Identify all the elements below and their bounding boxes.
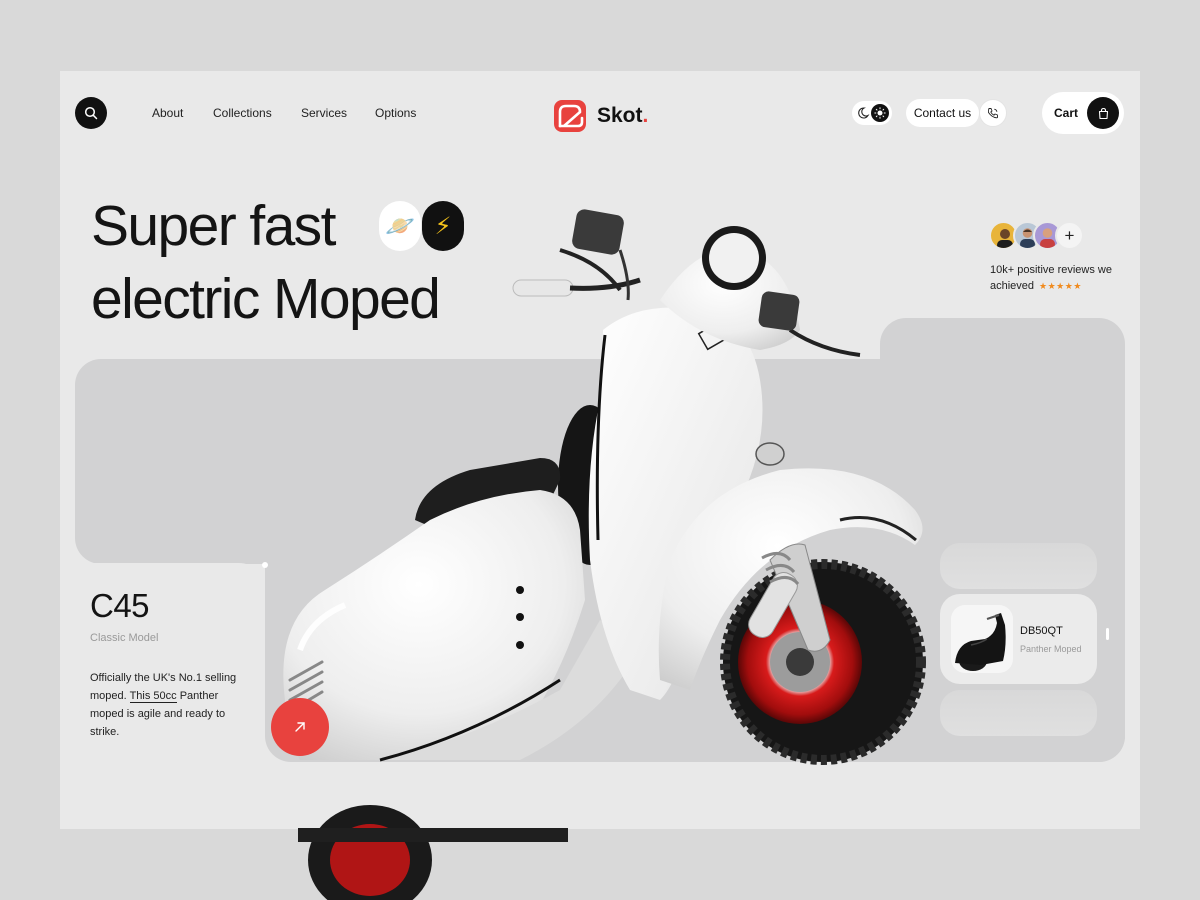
nav-collections[interactable]: Collections	[213, 106, 272, 120]
model-subtitle: Classic Model	[90, 632, 159, 644]
rating-stars: ★★★★★	[1039, 281, 1082, 291]
product-card-next[interactable]	[940, 690, 1097, 736]
lightning-icon: ⚡	[422, 201, 464, 251]
planet-icon: 🪐	[379, 201, 421, 251]
view-model-button[interactable]	[271, 698, 329, 756]
shopping-bag-icon	[1087, 97, 1119, 129]
contact-us-button[interactable]: Contact us	[906, 99, 979, 127]
cart-button[interactable]: Cart	[1042, 92, 1124, 134]
reviewer-avatars: +	[989, 221, 1089, 251]
hero-panel	[75, 359, 955, 564]
phone-icon	[987, 108, 998, 119]
page-bottom	[0, 829, 1200, 900]
search-icon	[84, 106, 98, 120]
slide-indicator[interactable]	[262, 562, 268, 568]
product-card-db50qt[interactable]: DB50QT Panther Moped	[940, 594, 1097, 684]
brand-name-text: Skot	[597, 104, 643, 127]
product-subtitle: Panther Moped	[1020, 644, 1082, 654]
model-desc-link[interactable]: This 50cc	[129, 690, 177, 703]
brand-logo-icon[interactable]	[554, 100, 586, 132]
arrow-up-right-icon	[295, 722, 305, 732]
nav-services[interactable]: Services	[301, 106, 347, 120]
phone-button[interactable]	[979, 99, 1007, 127]
model-name: C45	[90, 587, 150, 624]
nav-options[interactable]: Options	[375, 106, 416, 120]
product-thumbnail	[951, 605, 1013, 673]
carousel-scrollbar[interactable]	[1106, 628, 1109, 640]
brand-name[interactable]: Skot.	[597, 104, 648, 128]
product-name: DB50QT	[1020, 625, 1063, 637]
hero-title-line2: electric Moped	[91, 267, 441, 331]
hero-title-line1: Super fast	[91, 194, 336, 258]
search-button[interactable]	[75, 97, 107, 129]
model-description: Officially the UK's No.1 selling moped. …	[90, 669, 240, 741]
product-card-previous[interactable]	[940, 543, 1097, 589]
more-reviewers-button[interactable]: +	[1055, 221, 1084, 250]
sun-icon	[871, 104, 889, 122]
cart-label: Cart	[1054, 106, 1079, 120]
theme-toggle[interactable]	[852, 101, 892, 125]
reviews-summary: 10k+ positive reviews we achieved ★★★★★	[990, 262, 1120, 294]
nav-about[interactable]: About	[152, 106, 183, 120]
brand-dot: .	[642, 104, 649, 127]
